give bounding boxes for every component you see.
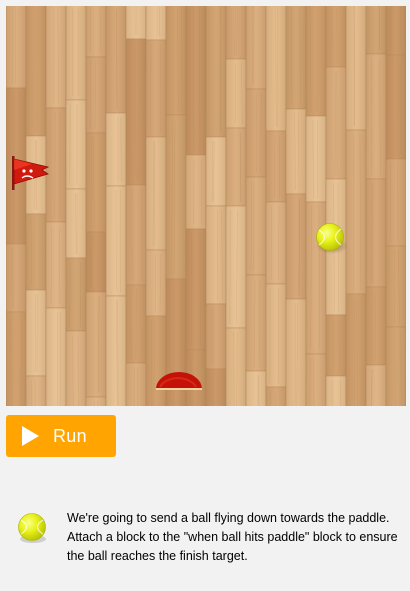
instructions-panel: We're going to send a ball flying down t… <box>0 500 410 591</box>
game-area <box>6 6 406 406</box>
run-button[interactable]: Run <box>6 415 116 457</box>
app-root: Run We're going to send a ball flying do… <box>0 0 410 591</box>
instructions-text: We're going to send a ball flying down t… <box>67 511 398 563</box>
game-canvas <box>6 6 406 406</box>
tennis-ball-icon <box>18 513 46 543</box>
wood-floor <box>6 6 406 406</box>
play-icon <box>22 426 39 446</box>
run-button-label: Run <box>53 425 87 446</box>
